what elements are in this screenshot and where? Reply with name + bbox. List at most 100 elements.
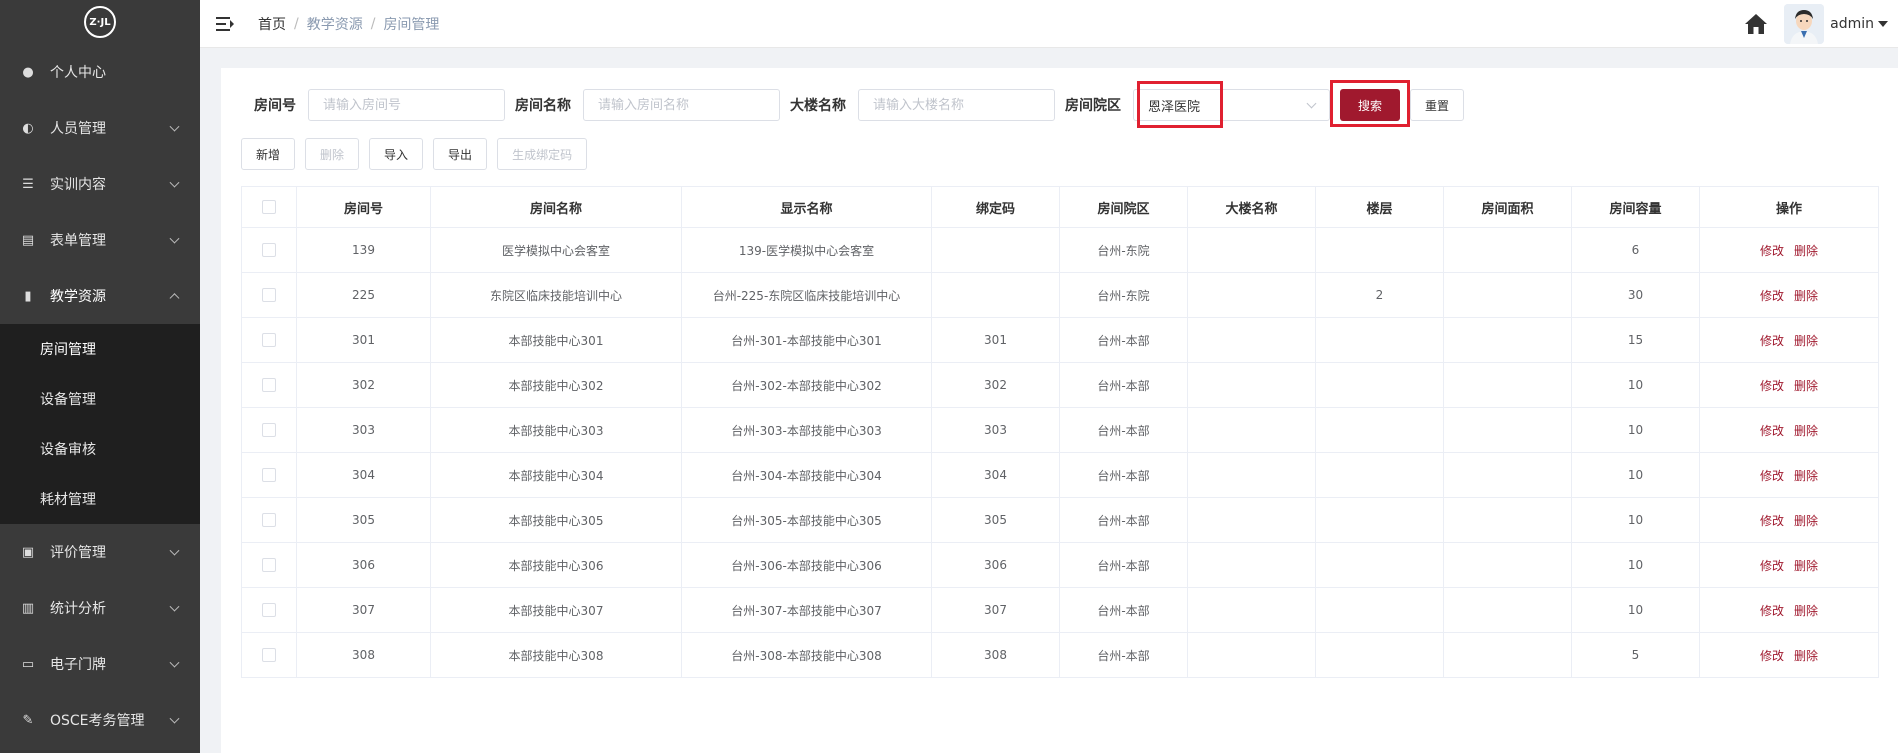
- row-checkbox[interactable]: [262, 378, 276, 393]
- column-header: 房间院区: [1059, 186, 1188, 228]
- submenu-teaching-resources: 房间管理 设备管理 设备审核 耗材管理: [0, 324, 200, 524]
- breadcrumb-separator: /: [370, 15, 376, 32]
- cell-area: [1443, 542, 1572, 588]
- delete-link[interactable]: 删除: [1794, 379, 1818, 393]
- room-table: 房间号 房间名称 显示名称 绑定码 房间院区 大楼名称 楼层 房间面积 房间容量 操作 139 医学…: [241, 186, 1879, 678]
- delete-link[interactable]: 删除: [1794, 514, 1818, 528]
- monitor-icon: ▭: [21, 656, 35, 672]
- table-row[interactable]: 225 东院区临床技能培训中心 台州-225-东院区临床技能培训中心 台州-东院 2 30…: [241, 272, 1879, 318]
- table-row[interactable]: 304 本部技能中心304 台州-304-本部技能中心304 304 台州-本部 10 修改…: [241, 452, 1879, 498]
- select-all-checkbox[interactable]: [262, 200, 276, 214]
- row-checkbox[interactable]: [262, 288, 276, 303]
- sidebar-item-user[interactable]: ● 个人中心: [0, 44, 200, 100]
- table-row[interactable]: 303 本部技能中心303 台州-303-本部技能中心303 303 台州-本部 10 修改…: [241, 407, 1879, 453]
- sidebar-item-label: 电子门牌: [50, 657, 106, 673]
- export-button[interactable]: 导出: [433, 138, 488, 170]
- row-checkbox[interactable]: [262, 648, 276, 663]
- row-checkbox[interactable]: [262, 603, 276, 618]
- username[interactable]: admin: [1830, 16, 1874, 32]
- cell-code: 301: [931, 317, 1060, 363]
- submenu-item[interactable]: 耗材管理: [0, 474, 200, 524]
- menu-toggle-icon[interactable]: [216, 16, 234, 31]
- cell-capacity: 10: [1571, 497, 1700, 543]
- sidebar-item-label: 实训内容: [50, 177, 106, 193]
- delete-link[interactable]: 删除: [1794, 244, 1818, 258]
- cell-campus: 台州-本部: [1059, 407, 1188, 453]
- add-button[interactable]: 新增: [241, 138, 296, 170]
- row-checkbox[interactable]: [262, 558, 276, 573]
- delete-link[interactable]: 删除: [1794, 559, 1818, 573]
- edit-link[interactable]: 修改: [1760, 559, 1784, 573]
- cell-name: 本部技能中心306: [430, 542, 682, 588]
- edit-link[interactable]: 修改: [1760, 424, 1784, 438]
- cell-code: 302: [931, 362, 1060, 408]
- row-checkbox-cell: [241, 272, 297, 318]
- search-button[interactable]: 搜索: [1340, 89, 1401, 121]
- row-checkbox[interactable]: [262, 513, 276, 528]
- submenu-item[interactable]: 设备审核: [0, 424, 200, 474]
- sidebar-item-evaluation[interactable]: ▣ 评价管理: [0, 524, 200, 580]
- table-row[interactable]: 301 本部技能中心301 台州-301-本部技能中心301 301 台州-本部 15 修改…: [241, 317, 1879, 363]
- reset-button[interactable]: 重置: [1410, 89, 1465, 121]
- edit-link[interactable]: 修改: [1760, 469, 1784, 483]
- sidebar-item-bar-chart[interactable]: ▥ 统计分析: [0, 580, 200, 636]
- table-row[interactable]: 302 本部技能中心302 台州-302-本部技能中心302 302 台州-本部 10 修改…: [241, 362, 1879, 408]
- row-checkbox[interactable]: [262, 243, 276, 258]
- cell-floor: 2: [1315, 272, 1444, 318]
- delete-link[interactable]: 删除: [1794, 604, 1818, 618]
- column-header: 房间面积: [1443, 186, 1572, 228]
- chevron-down-icon[interactable]: [1878, 21, 1888, 27]
- building-input[interactable]: [858, 89, 1055, 121]
- table-row[interactable]: 139 医学模拟中心会客室 139-医学模拟中心会客室 台州-东院 6 修改 删除: [241, 227, 1879, 273]
- row-checkbox-cell: [241, 227, 297, 273]
- room-no-input[interactable]: [308, 89, 505, 121]
- chevron-down-icon: [169, 121, 180, 132]
- row-checkbox[interactable]: [262, 423, 276, 438]
- edit-link[interactable]: 修改: [1760, 379, 1784, 393]
- import-button[interactable]: 导入: [369, 138, 424, 170]
- cell-capacity: 10: [1571, 407, 1700, 453]
- breadcrumb-section[interactable]: 教学资源: [307, 14, 363, 34]
- cell-code: 307: [931, 587, 1060, 633]
- cell-operations: 修改 删除: [1699, 362, 1879, 408]
- row-checkbox[interactable]: [262, 468, 276, 483]
- delete-link[interactable]: 删除: [1794, 424, 1818, 438]
- sidebar-item-monitor[interactable]: ▭ 电子门牌: [0, 636, 200, 692]
- sidebar-item-book[interactable]: ▮ 教学资源: [0, 268, 200, 324]
- cell-operations: 修改 删除: [1699, 542, 1879, 588]
- room-name-input[interactable]: [583, 89, 780, 121]
- submenu-item[interactable]: 设备管理: [0, 374, 200, 424]
- home-icon[interactable]: [1744, 13, 1768, 35]
- logo-mark: Z·JL: [84, 6, 116, 38]
- row-checkbox-cell: [241, 497, 297, 543]
- avatar[interactable]: [1784, 4, 1825, 44]
- edit-link[interactable]: 修改: [1760, 334, 1784, 348]
- row-checkbox[interactable]: [262, 333, 276, 348]
- edit-link[interactable]: 修改: [1760, 604, 1784, 618]
- edit-link[interactable]: 修改: [1760, 514, 1784, 528]
- delete-link[interactable]: 删除: [1794, 649, 1818, 663]
- edit-link[interactable]: 修改: [1760, 289, 1784, 303]
- table-row[interactable]: 306 本部技能中心306 台州-306-本部技能中心306 306 台州-本部 10 修改…: [241, 542, 1879, 588]
- cell-capacity: 30: [1571, 272, 1700, 318]
- sidebar-item-form[interactable]: ▤ 表单管理: [0, 212, 200, 268]
- table-row[interactable]: 305 本部技能中心305 台州-305-本部技能中心305 305 台州-本部 10 修改…: [241, 497, 1879, 543]
- delete-button[interactable]: 删除: [305, 138, 360, 170]
- edit-link[interactable]: 修改: [1760, 649, 1784, 663]
- generate-code-button[interactable]: 生成绑定码: [497, 138, 588, 170]
- table-row[interactable]: 308 本部技能中心308 台州-308-本部技能中心308 308 台州-本部 5 修改删…: [241, 632, 1879, 678]
- sidebar-item-users[interactable]: ◐ 人员管理: [0, 100, 200, 156]
- table-row[interactable]: 307 本部技能中心307 台州-307-本部技能中心307 307 台州-本部 10 修改…: [241, 587, 1879, 633]
- campus-select[interactable]: 恩泽医院: [1133, 89, 1330, 121]
- submenu-item[interactable]: 房间管理: [0, 324, 200, 374]
- delete-link[interactable]: 删除: [1794, 334, 1818, 348]
- edit-link[interactable]: 修改: [1760, 244, 1784, 258]
- delete-link[interactable]: 删除: [1794, 469, 1818, 483]
- user-icon: ●: [22, 64, 34, 80]
- breadcrumb-home[interactable]: 首页: [258, 14, 286, 34]
- sidebar-item-edit[interactable]: ✎ OSCE考务管理: [0, 692, 200, 748]
- cell-area: [1443, 317, 1572, 363]
- sidebar-item-list[interactable]: ☰ 实训内容: [0, 156, 200, 212]
- chevron-down-icon: [1306, 98, 1317, 109]
- delete-link[interactable]: 删除: [1794, 289, 1818, 303]
